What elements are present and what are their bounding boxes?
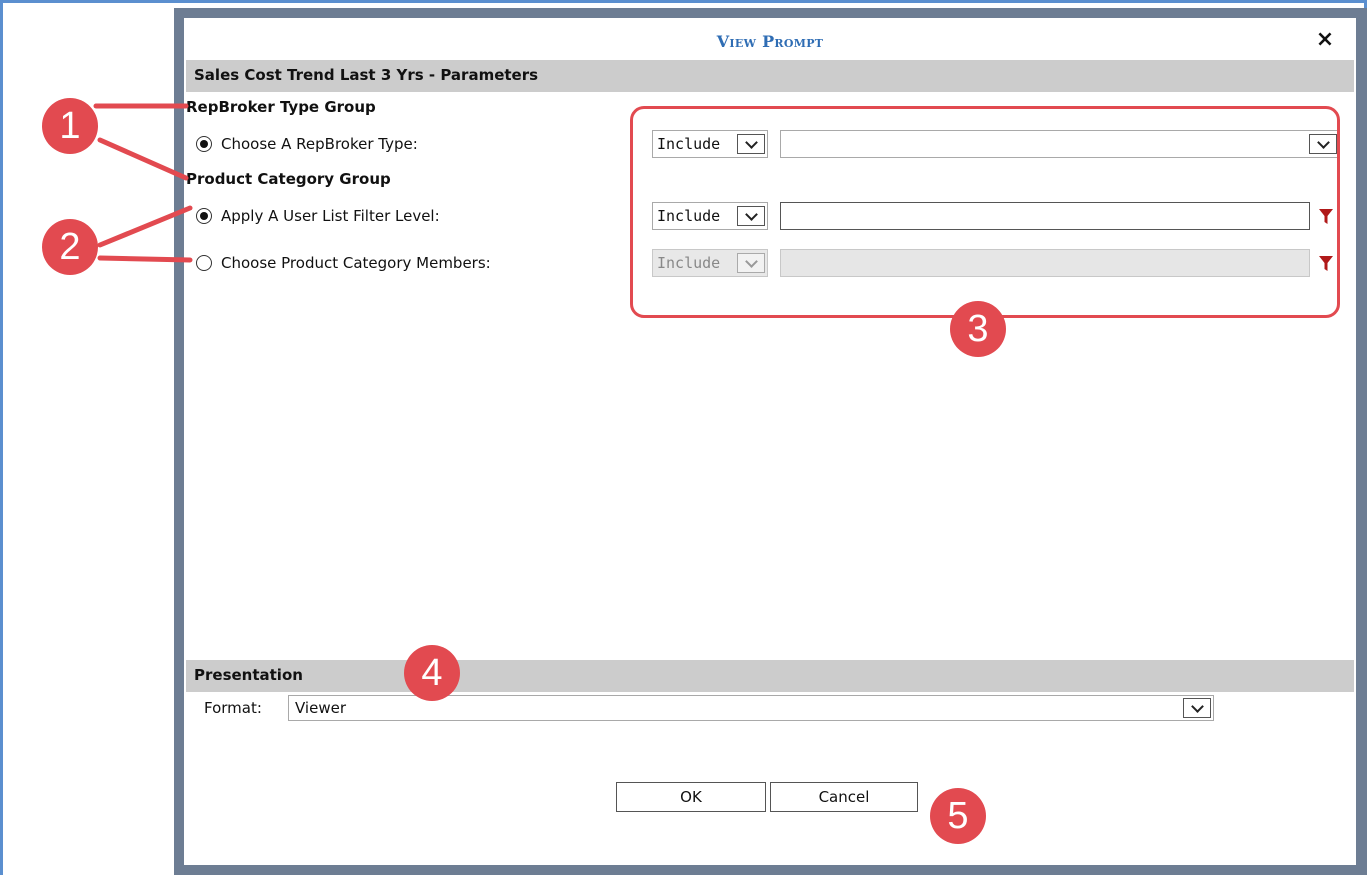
callout-5: 5 bbox=[930, 788, 986, 844]
callout-lines bbox=[93, 103, 193, 263]
callout-1: 1 bbox=[42, 98, 98, 154]
callout-2: 2 bbox=[42, 219, 98, 275]
callout-3: 3 bbox=[950, 301, 1006, 357]
callout-4: 4 bbox=[404, 645, 460, 701]
